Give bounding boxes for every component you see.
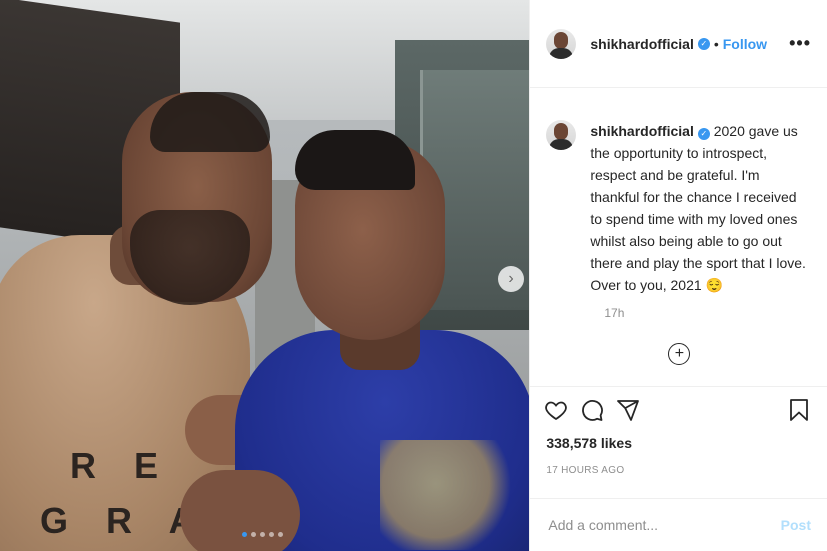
caption-row: shikhardofficial ✓ 2020 gave us the oppor… (546, 120, 811, 296)
post-actions: 338,578 likes 17 HOURS AGO (530, 386, 827, 498)
plus-circle-icon: + (674, 345, 685, 362)
header-username[interactable]: shikhardofficial (590, 36, 693, 52)
carousel-dot (269, 532, 274, 537)
caption-text: 2020 gave us the opportunity to introspe… (590, 123, 806, 293)
boy-hair (295, 130, 415, 190)
carousel-indicators (242, 532, 283, 537)
caption-time: 17h (604, 306, 625, 320)
carousel-dot (278, 532, 283, 537)
likes-count[interactable]: 338,578 likes (546, 435, 811, 451)
verified-badge-icon: ✓ (697, 37, 710, 50)
man-hair (150, 92, 270, 152)
shirt-print-line1: R E (70, 445, 173, 486)
boy-arm (180, 470, 300, 551)
follow-button[interactable]: Follow (723, 36, 767, 52)
caption: shikhardofficial ✓ 2020 gave us the oppor… (590, 120, 810, 296)
heart-icon[interactable] (544, 398, 568, 422)
next-slide-button[interactable]: › (498, 266, 524, 292)
chevron-right-icon: › (508, 270, 514, 287)
paper-plane-icon[interactable] (616, 398, 640, 422)
carousel-dot (251, 532, 256, 537)
post-header: shikhardofficial ✓ • Follow ••• (530, 0, 827, 88)
comment-input[interactable] (546, 516, 781, 534)
carousel-dot (242, 532, 247, 537)
caption-avatar[interactable] (546, 120, 577, 150)
shirt-graphic (380, 440, 520, 550)
load-more-comments-button[interactable]: + (668, 343, 691, 365)
post-photo[interactable]: R E G R A › (0, 0, 530, 551)
more-options-button[interactable]: ••• (789, 33, 811, 54)
carousel-dot (260, 532, 265, 537)
avatar[interactable] (546, 28, 577, 59)
comment-bar: Post (530, 498, 827, 551)
post-comment-button[interactable]: Post (781, 517, 811, 533)
action-icons (544, 387, 811, 433)
post-timestamp[interactable]: 17 HOURS AGO (546, 465, 811, 476)
verified-badge-icon: ✓ (697, 128, 710, 140)
comment-icon[interactable] (580, 398, 604, 422)
instagram-post: R E G R A › shikhardofficial ✓ • Follow … (0, 0, 827, 551)
avatar-torso (549, 139, 574, 150)
avatar-face (554, 123, 569, 140)
caption-username[interactable]: shikhardofficial (590, 123, 693, 139)
avatar-face (554, 31, 569, 49)
post-side-panel: shikhardofficial ✓ • Follow ••• shikhard… (529, 0, 827, 551)
separator-dot: • (713, 35, 719, 52)
caption-area: shikhardofficial ✓ 2020 gave us the oppor… (530, 88, 827, 386)
bookmark-icon[interactable] (787, 398, 811, 422)
avatar-torso (549, 47, 574, 59)
